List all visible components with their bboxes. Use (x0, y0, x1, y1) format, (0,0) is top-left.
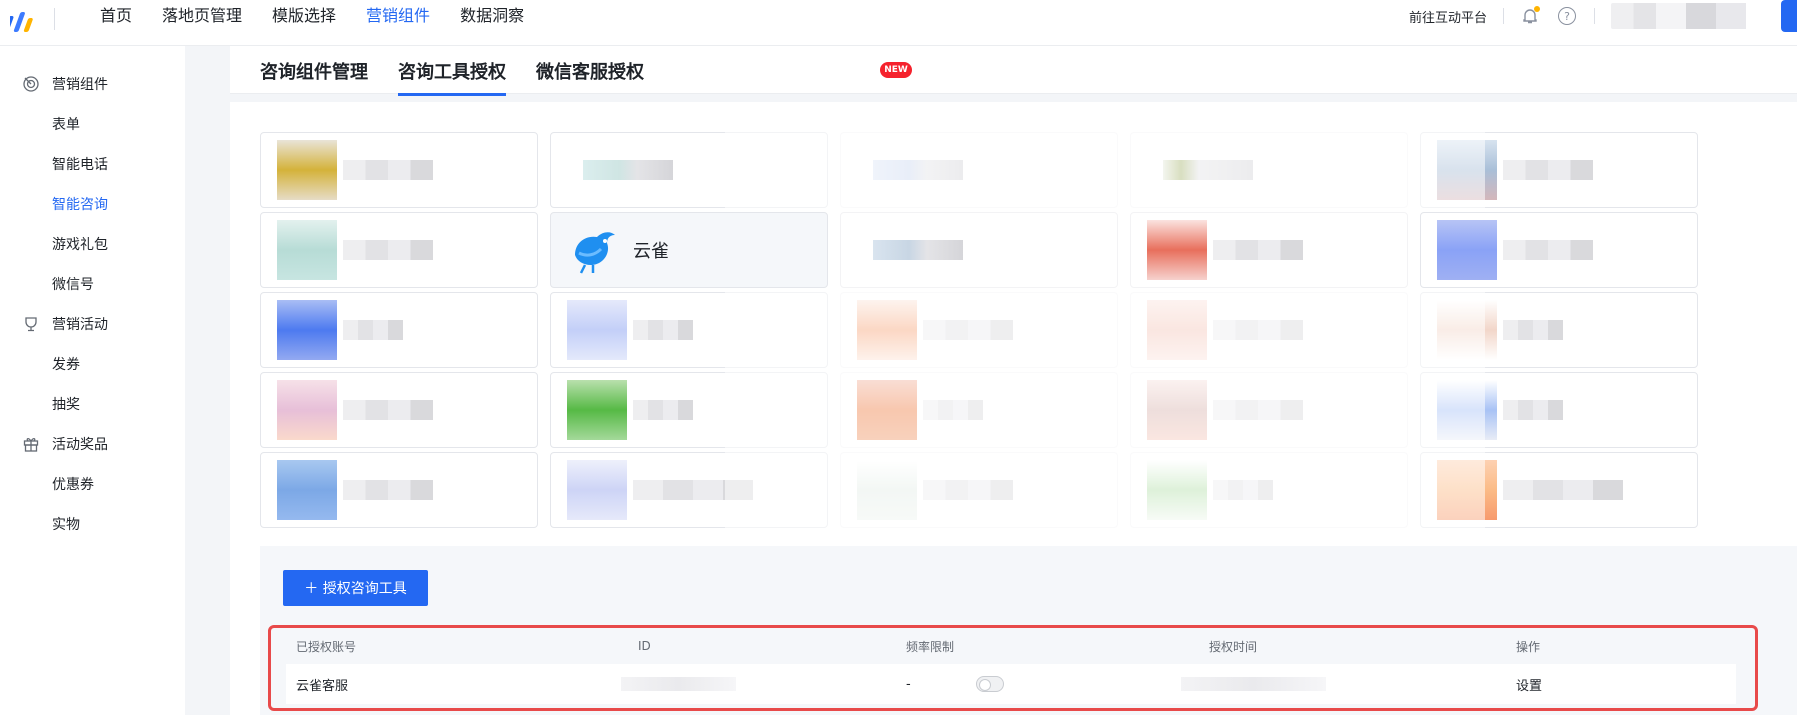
tool-card[interactable] (1420, 132, 1698, 208)
rate-limit-toggle[interactable] (976, 664, 1004, 704)
column-header-auth-time: 授权时间 (1209, 639, 1258, 654)
tool-card[interactable] (1130, 452, 1408, 528)
tool-card[interactable] (840, 372, 1118, 448)
sidebar-item-smart-phone[interactable]: 智能电话 (0, 144, 185, 184)
cell-account: 云雀客服 (296, 678, 349, 694)
goto-interactive-platform-link[interactable]: 前往互动平台 (1409, 7, 1487, 26)
divider (1594, 8, 1595, 24)
divider (1503, 8, 1504, 24)
content-tabs: 咨询组件管理 咨询工具授权 微信客服授权 NEW (230, 46, 1797, 96)
sidebar-item-smart-consult[interactable]: 智能咨询 (0, 184, 185, 224)
tool-card[interactable] (550, 292, 828, 368)
column-header-id: ID (638, 639, 651, 653)
logo-divider (54, 8, 55, 30)
sidebar-group-prizes: 活动奖品 (0, 424, 185, 464)
tool-card[interactable] (260, 372, 538, 448)
trophy-icon (25, 317, 37, 332)
notification-bell-icon[interactable] (1520, 6, 1540, 26)
tool-card[interactable] (260, 212, 538, 288)
side-panel-tab[interactable] (1781, 0, 1797, 32)
sidebar-item-physical-prize[interactable]: 实物 (0, 504, 185, 544)
tool-card[interactable] (840, 132, 1118, 208)
top-navbar: 首页 落地页管理 模版选择 营销组件 数据洞察 前往互动平台 ? (0, 0, 1797, 46)
tool-card[interactable] (1420, 452, 1698, 528)
nav-templates[interactable]: 模版选择 (272, 0, 336, 46)
sidebar-group-label: 活动奖品 (52, 437, 108, 453)
sidebar-item-game-gift[interactable]: 游戏礼包 (0, 224, 185, 264)
sidebar-item-lottery[interactable]: 抽奖 (0, 384, 185, 424)
help-icon[interactable]: ? (1558, 7, 1576, 25)
tool-card-yunque[interactable]: 云雀 (550, 212, 828, 288)
sidebar-group-marketing-activities: 营销活动 (0, 304, 185, 344)
cell-id-blurred (621, 664, 736, 704)
tool-card[interactable] (260, 292, 538, 368)
tool-card[interactable] (260, 132, 538, 208)
gift-icon (23, 438, 39, 452)
authorized-accounts-table: 已授权账号 ID 频率限制 授权时间 操作 云雀客服 - 设置 (268, 625, 1758, 711)
tab-consult-component-management[interactable]: 咨询组件管理 (260, 58, 368, 84)
column-header-operation: 操作 (1516, 639, 1541, 654)
nav-home[interactable]: 首页 (100, 0, 132, 46)
sidebar-item-form[interactable]: 表单 (0, 104, 185, 144)
settings-link[interactable]: 设置 (1516, 664, 1542, 704)
tab-consult-tool-authorization[interactable]: 咨询工具授权 (398, 58, 506, 96)
user-account-blurred[interactable] (1611, 3, 1761, 29)
sidebar-group-label: 营销组件 (52, 77, 108, 93)
main-nav: 首页 落地页管理 模版选择 营销组件 数据洞察 (100, 0, 554, 46)
top-right-actions: 前往互动平台 ? (1409, 0, 1797, 32)
tool-card[interactable] (840, 292, 1118, 368)
sidebar-item-coupon-issue[interactable]: 发券 (0, 344, 185, 384)
tab-wechat-service-authorization[interactable]: 微信客服授权 (536, 58, 644, 84)
sidebar-group-label: 营销活动 (52, 317, 108, 333)
table-row: 云雀客服 - 设置 (286, 664, 1736, 704)
nav-data-insights[interactable]: 数据洞察 (460, 0, 524, 46)
table-header: 已授权账号 ID 频率限制 授权时间 操作 (286, 628, 1736, 664)
tool-name: 云雀 (633, 241, 669, 262)
target-icon (23, 76, 39, 92)
tool-card[interactable] (550, 452, 828, 528)
tool-card[interactable] (1130, 372, 1408, 448)
notification-dot (1534, 6, 1540, 12)
nav-marketing-components[interactable]: 营销组件 (366, 0, 430, 46)
new-badge: NEW (880, 62, 912, 78)
tool-card[interactable] (260, 452, 538, 528)
nav-landing-pages[interactable]: 落地页管理 (162, 0, 242, 46)
tool-card[interactable] (1420, 292, 1698, 368)
cell-rate-limit: - (906, 676, 911, 692)
column-header-account: 已授权账号 (296, 639, 357, 654)
tool-card[interactable] (840, 212, 1118, 288)
sidebar: 营销组件 表单 智能电话 智能咨询 游戏礼包 微信号 营销活动 发券 抽奖 活动… (0, 46, 185, 715)
add-consult-tool-button[interactable]: ＋ 授权咨询工具 (283, 570, 428, 606)
tool-card[interactable] (1130, 292, 1408, 368)
tool-card[interactable] (550, 132, 828, 208)
tool-card[interactable] (1420, 212, 1698, 288)
tool-card[interactable] (1130, 132, 1408, 208)
consult-tool-grid: 云雀 (260, 132, 1698, 532)
sidebar-item-wechat[interactable]: 微信号 (0, 264, 185, 304)
sidebar-group-marketing-components: 营销组件 (0, 64, 185, 104)
sidebar-item-voucher[interactable]: 优惠券 (0, 464, 185, 504)
tool-card[interactable] (1420, 372, 1698, 448)
tool-card[interactable] (1130, 212, 1408, 288)
main-content: 云雀 ＋ 授权咨询工具 已授权账号 ID 频率限制 授权时间 操作 云雀客服 -… (230, 102, 1797, 715)
cell-auth-time-blurred (1181, 664, 1326, 704)
column-header-rate-limit: 频率限制 (906, 639, 955, 654)
tool-card[interactable] (840, 452, 1118, 528)
yunque-bird-icon (575, 232, 615, 274)
app-logo-icon[interactable] (10, 8, 44, 34)
tool-card[interactable] (550, 372, 828, 448)
